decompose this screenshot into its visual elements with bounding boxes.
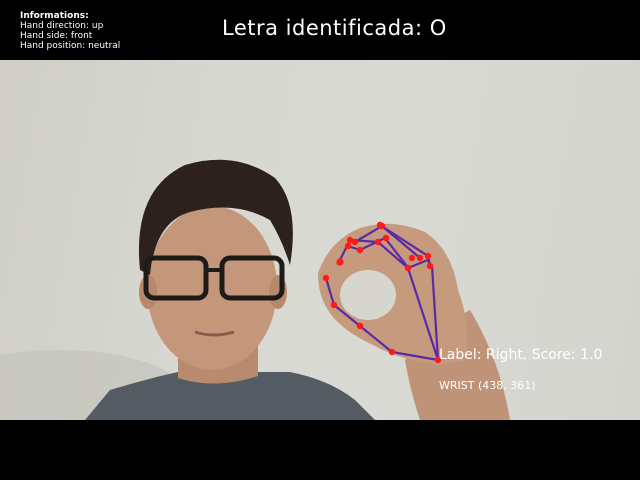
landmark-thumb-ip — [330, 301, 338, 309]
landmark-middle-pip — [382, 234, 390, 242]
info-title: Informations: — [20, 11, 89, 21]
landmark-index-mcp — [404, 264, 412, 272]
bottom-bar — [0, 420, 640, 480]
landmark-ring-mcp — [416, 254, 424, 262]
hand-direction-text: Hand direction: up — [20, 21, 104, 31]
landmark-pinky-pip — [424, 252, 432, 260]
landmark-pinky-mcp — [426, 262, 434, 270]
camera-view: Label: Right, Score: 1.0 WRIST (438, 361… — [0, 60, 640, 420]
hand-label: Label: Right, Score: 1.0 — [439, 347, 603, 363]
hand-side-text: Hand side: front — [20, 31, 93, 41]
hand-o-gap — [340, 270, 396, 320]
top-bar: Informations: Hand direction: up Hand si… — [0, 0, 640, 60]
landmark-thumb-tip — [322, 274, 330, 282]
landmark-middle-dip — [356, 246, 364, 254]
landmark-index-tip — [336, 258, 344, 266]
info-panel: Informations: Hand direction: up Hand si… — [20, 11, 120, 51]
landmark-pinky-tip — [376, 221, 384, 229]
landmark-thumb-cmc — [388, 348, 396, 356]
identified-letter-title: Letra identificada: O — [222, 16, 447, 40]
camera-scene — [0, 159, 510, 420]
hand-position-text: Hand position: neutral — [20, 41, 121, 51]
person-face — [147, 206, 277, 370]
landmark-middle-tip — [344, 242, 352, 250]
landmark-middle-mcp — [408, 254, 416, 262]
wrist-coordinate-label: WRIST (438, 361) — [439, 379, 536, 392]
landmark-index-pip — [374, 238, 382, 246]
landmark-ring-tip — [351, 238, 359, 246]
landmark-thumb-mcp — [356, 322, 364, 330]
